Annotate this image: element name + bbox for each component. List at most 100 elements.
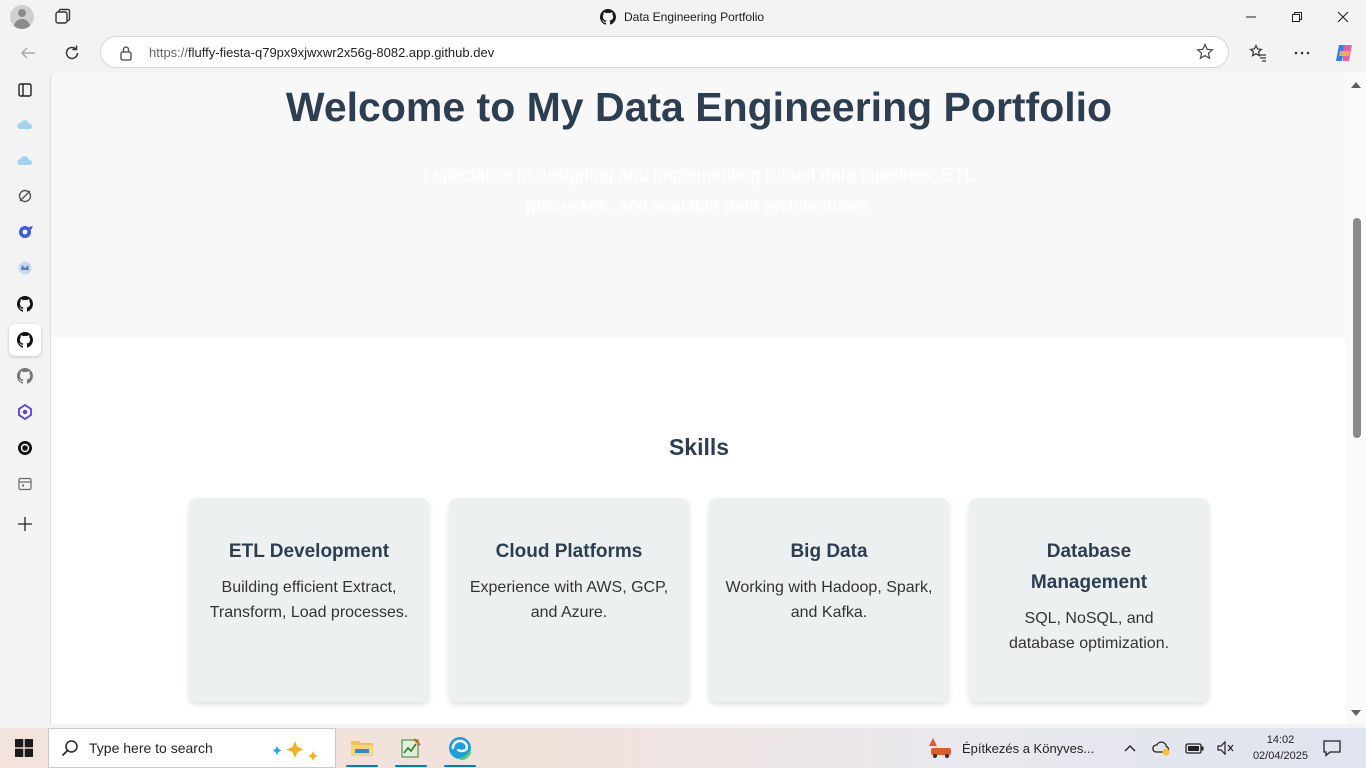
skill-card: Database Management SQL, NoSQL, and data… (969, 498, 1209, 702)
minimize-button[interactable] (1228, 4, 1274, 30)
profile-avatar[interactable] (10, 5, 34, 29)
edge-icon (449, 737, 472, 760)
back-button[interactable] (13, 38, 43, 68)
restore-icon (1292, 12, 1302, 22)
scrollbar-thumb[interactable] (1353, 218, 1361, 438)
skill-card-text: Experience with AWS, GCP, and Azure. (469, 579, 669, 621)
sidebar-item-openai[interactable] (9, 432, 41, 464)
scroll-up-arrow-icon[interactable] (1351, 82, 1361, 88)
skill-card-text: SQL, NoSQL, and database optimization. (1008, 610, 1170, 652)
sidebar-item-shortcut[interactable] (9, 216, 41, 248)
close-icon (1337, 11, 1349, 23)
clock-time: 14:02 (1266, 734, 1295, 746)
close-button[interactable] (1320, 4, 1366, 30)
address-bar[interactable]: https://fluffy-fiesta-q79px9xjwxwr2x56g-… (100, 36, 1229, 68)
title-bar: Data Engineering Portfolio (0, 0, 1366, 34)
sidebar-item-github-3[interactable] (9, 360, 41, 392)
skill-card: ETL Development Building efficient Extra… (189, 498, 429, 702)
skill-card-text: Working with Hadoop, Spark, and Kafka. (725, 579, 933, 621)
cloud-sync-icon (1152, 741, 1170, 756)
news-widget-text: Építkezés a Könyves... (962, 740, 1095, 756)
notification-icon (1323, 740, 1341, 757)
back-arrow-icon (20, 47, 35, 59)
sidebar-add-button[interactable] (9, 508, 41, 540)
compass-icon (18, 189, 32, 203)
favorite-star-icon[interactable] (1196, 43, 1214, 61)
taskbar-search-box[interactable]: Type here to search (48, 728, 336, 768)
skill-card: Cloud Platforms Experience with AWS, GCP… (449, 498, 689, 702)
github-icon (17, 296, 33, 312)
crown-icon (18, 261, 32, 275)
copilot-sparkle-icon[interactable] (269, 737, 327, 761)
refresh-icon (65, 45, 79, 60)
battery-tray[interactable] (1185, 728, 1205, 768)
spreadsheet-icon (401, 738, 421, 758)
page-title: Welcome to My Data Engineering Portfolio (285, 84, 1113, 130)
add-icon (18, 517, 32, 531)
show-hidden-icons-button[interactable] (1122, 728, 1138, 768)
sidebar-item-compass[interactable] (9, 180, 41, 212)
onedrive-tray[interactable] (1152, 728, 1172, 768)
vertical-scrollbar[interactable] (1346, 72, 1366, 724)
folder-icon (351, 741, 373, 756)
windows-logo-icon (15, 739, 33, 757)
volume-tray[interactable] (1216, 728, 1236, 768)
sidebar-item-collections[interactable] (9, 74, 41, 106)
hero-subtitle: I specialize in designing and implementi… (423, 165, 975, 216)
skill-card-title: Database Management (1030, 541, 1148, 593)
volume-muted-icon (1217, 740, 1234, 756)
notifications-button[interactable] (1322, 728, 1342, 768)
skill-card-title: ETL Development (228, 541, 390, 562)
sidebar-item-github-1[interactable] (9, 288, 41, 320)
collections-icon (18, 83, 32, 97)
perplexity-icon (18, 404, 32, 420)
lock-icon[interactable] (119, 45, 133, 61)
scroll-down-arrow-icon[interactable] (1351, 710, 1361, 716)
skill-card-title: Cloud Platforms (495, 541, 643, 562)
more-icon (1294, 51, 1310, 55)
copilot-button[interactable] (1329, 38, 1359, 68)
chevron-up-icon (1124, 745, 1136, 752)
skills-heading: Skills (668, 434, 730, 460)
sidebar-item-github-2[interactable] (9, 324, 41, 356)
copilot-icon (1336, 45, 1352, 61)
sidebar-item-perplexity[interactable] (9, 396, 41, 428)
url-scheme: https:// (149, 45, 189, 60)
taskbar-clock[interactable]: 14:02 02/04/2025 (1253, 732, 1308, 764)
favorites-button[interactable] (1243, 38, 1273, 68)
sidebar-item-cloud-2[interactable] (9, 145, 41, 177)
skill-card-title: Big Data (790, 541, 868, 562)
minimize-icon (1246, 16, 1256, 18)
openai-icon (18, 441, 32, 455)
hero-section: Welcome to My Data Engineering Portfolio… (51, 72, 1347, 338)
skill-card-text: Building efficient Extract, Transform, L… (209, 579, 409, 621)
restore-button[interactable] (1274, 4, 1320, 30)
battery-icon (1185, 743, 1204, 754)
taskbar-file-explorer[interactable] (340, 728, 384, 768)
sidebar-item-crown[interactable] (9, 252, 41, 284)
shortcut-icon (19, 226, 33, 238)
url-text[interactable]: https://fluffy-fiesta-q79px9xjwxwr2x56g-… (149, 45, 494, 60)
sidebar-item-cloud-1[interactable] (9, 109, 41, 141)
window-title: Data Engineering Portfolio (600, 8, 764, 26)
calendar-icon (18, 477, 32, 491)
taskbar-edge-browser[interactable] (438, 728, 482, 768)
github-icon (600, 9, 616, 25)
construction-traffic-icon (929, 738, 951, 758)
tab-actions-icon[interactable] (54, 8, 72, 26)
start-button[interactable] (0, 728, 48, 768)
skill-card: Big Data Working with Hadoop, Spark, and… (709, 498, 949, 702)
clock-date: 02/04/2025 (1252, 750, 1308, 762)
sidebar-item-calendar[interactable] (9, 468, 41, 500)
search-icon (61, 740, 78, 757)
news-widget[interactable]: Építkezés a Könyves... (928, 728, 1094, 768)
github-icon (17, 368, 33, 384)
search-placeholder: Type here to search (89, 740, 213, 756)
github-icon (17, 332, 33, 348)
windows-taskbar: Type here to search Építkezés a Könyves.… (0, 728, 1366, 768)
url-host: fluffy-fiesta-q79px9xjwxwr2x56g-8082.app… (188, 45, 495, 60)
settings-more-button[interactable] (1287, 38, 1317, 68)
refresh-button[interactable] (57, 38, 87, 68)
taskbar-notepad-app[interactable] (389, 728, 433, 768)
favorites-icon (1249, 44, 1266, 62)
